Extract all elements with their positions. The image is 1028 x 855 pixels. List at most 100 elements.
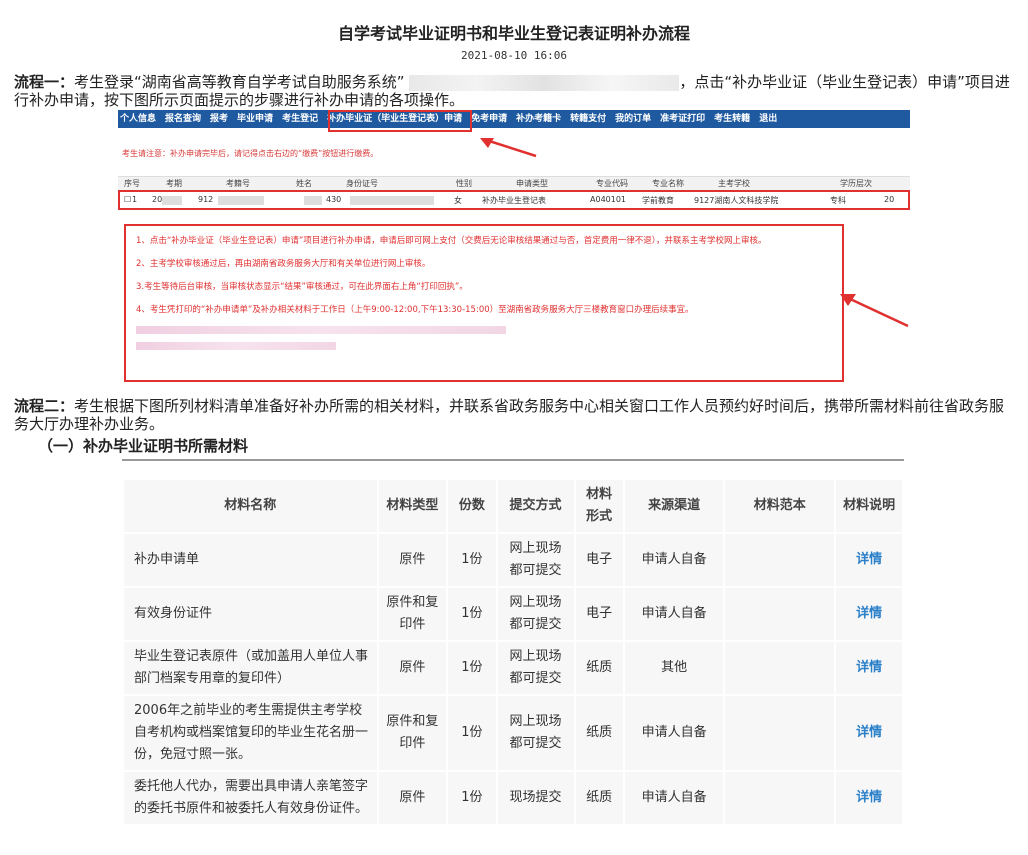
screenshot-header-cell: 序号 [124,179,140,188]
material-type: 原件和复印件 [376,586,449,642]
screenshot-row-cell: 430 [326,195,342,204]
material-sample [723,640,837,696]
screenshot-table-row: ☐ 1 20 912 430 女 补办毕业生登记表 A040101 学前教育 9127湖南人文科技… [118,194,910,206]
screenshot-navbar: 个人信息 报名查询 报考 毕业申请 考生登记 补办毕业证（毕业生登记表）申请 免考申请 补办考… [118,110,910,128]
submit-method: 网上现场都可提交 [495,694,576,772]
material-name: 委托他人代办，需要出具申请人亲笔签字的委托书原件和被委托人有效身份证件。 [122,770,379,826]
process-one-text-a: 考生登录“湖南省高等教育自学考试自助服务系统” [74,73,405,91]
instruction-2: 2、主考学校审核通过后，再由湖南省政务服务大厅和有关单位进行网上审核。 [136,259,431,269]
row-checkbox[interactable]: ☐ [124,195,131,204]
screenshot-row-cell: 20 [152,195,163,204]
header-cell: 提交方式 [495,478,576,534]
nav-item[interactable]: 我的订单 [615,110,651,128]
nav-item[interactable]: 个人信息 [120,110,156,128]
screenshot-header-cell: 申请类型 [516,179,548,188]
screenshot-header-cell: 主考学校 [718,179,750,188]
screenshot-header-cell: 考期 [166,179,182,188]
process-one-label: 流程一： [14,73,75,91]
nav-item[interactable]: 转籍支付 [570,110,606,128]
table-row: 有效身份证件 原件和复印件 1份 网上现场都可提交 电子 申请人自备 详情 [122,586,904,642]
detail-link[interactable]: 详情 [834,532,904,588]
redaction-blur [350,196,434,205]
process-one-paragraph: 流程一：考生登录“湖南省高等教育自学考试自助服务系统” ，点击“补办毕业证（毕业… [14,73,1014,109]
screenshot-row-cell: 补办毕业生登记表 [482,196,546,205]
process-two-text: 考生根据下图所列材料清单准备好补办所需的相关材料，并联系省政务服务中心相关窗口工… [14,397,1005,433]
nav-item[interactable]: 准考证打印 [660,110,705,128]
detail-link[interactable]: 详情 [834,770,904,826]
nav-item[interactable]: 退出 [759,110,777,128]
detail-link[interactable]: 详情 [834,640,904,696]
screenshot-header-cell: 考籍号 [226,179,250,188]
material-count: 1份 [446,694,498,772]
material-form: 电子 [573,532,625,588]
nav-item[interactable]: 考生登记 [282,110,318,128]
screenshot-row-cell: 1 [132,195,138,204]
submit-method: 网上现场都可提交 [495,532,576,588]
screenshot-row-cell: A040101 [590,195,627,204]
screenshot-row-cell: 女 [454,196,462,205]
material-count: 1份 [446,770,498,826]
submit-method: 现场提交 [495,770,576,826]
materials-table: 材料名称 材料类型 份数 提交方式 材料形式 来源渠道 材料范本 材料说明 补办… [122,478,904,826]
screenshot-row-cell: 学前教育 [642,196,674,205]
screenshot-header-cell: 姓名 [296,179,312,188]
screenshot-row-cell: 20 [884,195,895,204]
submit-method: 网上现场都可提交 [495,640,576,696]
material-name: 补办申请单 [122,532,379,588]
material-sample [723,694,837,772]
header-cell: 材料类型 [376,478,449,534]
header-cell: 来源渠道 [622,478,726,534]
material-source: 申请人自备 [622,694,726,772]
table-row: 委托他人代办，需要出具申请人亲笔签字的委托书原件和被委托人有效身份证件。 原件 … [122,770,904,826]
nav-item[interactable]: 免考申请 [471,110,507,128]
material-sample [723,532,837,588]
nav-item[interactable]: 毕业申请 [237,110,273,128]
table-row: 补办申请单 原件 1份 网上现场都可提交 电子 申请人自备 详情 [122,532,904,588]
material-form: 纸质 [573,694,625,772]
material-sample [723,586,837,642]
material-source: 其他 [622,640,726,696]
material-type: 原件 [376,640,449,696]
instruction-box: 1、点击“补办毕业证（毕业生登记表）申请”项目进行补办申请，申请后即可网上支付（… [124,224,844,382]
material-count: 1份 [446,640,498,696]
table-row: 2006年之前毕业的考生需提供主考学校自考机构或档案馆复印的毕业生花名册一份，免… [122,694,904,772]
page-title: 自学考试毕业证明书和毕业生登记表证明补办流程 [337,24,690,43]
redaction-blur [218,196,264,205]
screenshot-row-cell: 912 [198,195,214,204]
table-row: 毕业生登记表原件（或加盖用人单位人事部门档案专用章的复印件） 原件 1份 网上现… [122,640,904,696]
material-form: 电子 [573,586,625,642]
highlight-nav-box [328,110,472,132]
screenshot-row-cell: 9127湖南人文科技学院 [694,196,779,205]
material-source: 申请人自备 [622,532,726,588]
nav-item[interactable]: 报考 [210,110,228,128]
redaction-blur [304,196,322,205]
publish-date: 2021-08-10 16:06 [461,49,567,62]
blurred-text [136,342,336,350]
process-two-label: 流程二： [14,397,75,415]
instruction-3: 3.考生等待后台审核，当审核状态显示“结果”审核通过，可在此界面右上角“打印回执… [136,282,468,292]
screenshot-header-cell: 身份证号 [346,179,378,188]
material-type: 原件 [376,770,449,826]
header-cell: 份数 [446,478,498,534]
nav-item[interactable]: 补办考籍卡 [516,110,561,128]
material-form: 纸质 [573,770,625,826]
material-sample [723,770,837,826]
material-name: 毕业生登记表原件（或加盖用人单位人事部门档案专用章的复印件） [122,640,379,696]
nav-item[interactable]: 考生转籍 [714,110,750,128]
header-cell: 材料范本 [723,478,837,534]
instruction-1: 1、点击“补办毕业证（毕业生登记表）申请”项目进行补办申请，申请后即可网上支付（… [136,236,767,246]
detail-link[interactable]: 详情 [834,694,904,772]
instruction-4: 4、考生凭打印的“补办申请单”及补办相关材料于工作日（上午9:00-12:00,… [136,305,694,315]
detail-link[interactable]: 详情 [834,586,904,642]
material-count: 1份 [446,532,498,588]
header-cell: 材料形式 [573,478,625,534]
material-form: 纸质 [573,640,625,696]
header-cell: 材料说明 [834,478,904,534]
nav-item[interactable]: 报名查询 [165,110,201,128]
screenshot-header-cell: 专业名称 [652,179,684,188]
material-name: 2006年之前毕业的考生需提供主考学校自考机构或档案馆复印的毕业生花名册一份，免… [122,694,379,772]
screenshot-table-header: 序号 考期 考籍号 姓名 身份证号 性别 申请类型 专业代码 专业名称 主考学校 学历层次 [118,176,910,191]
redaction-blur [162,196,182,205]
blurred-text [136,326,506,334]
material-type: 原件 [376,532,449,588]
